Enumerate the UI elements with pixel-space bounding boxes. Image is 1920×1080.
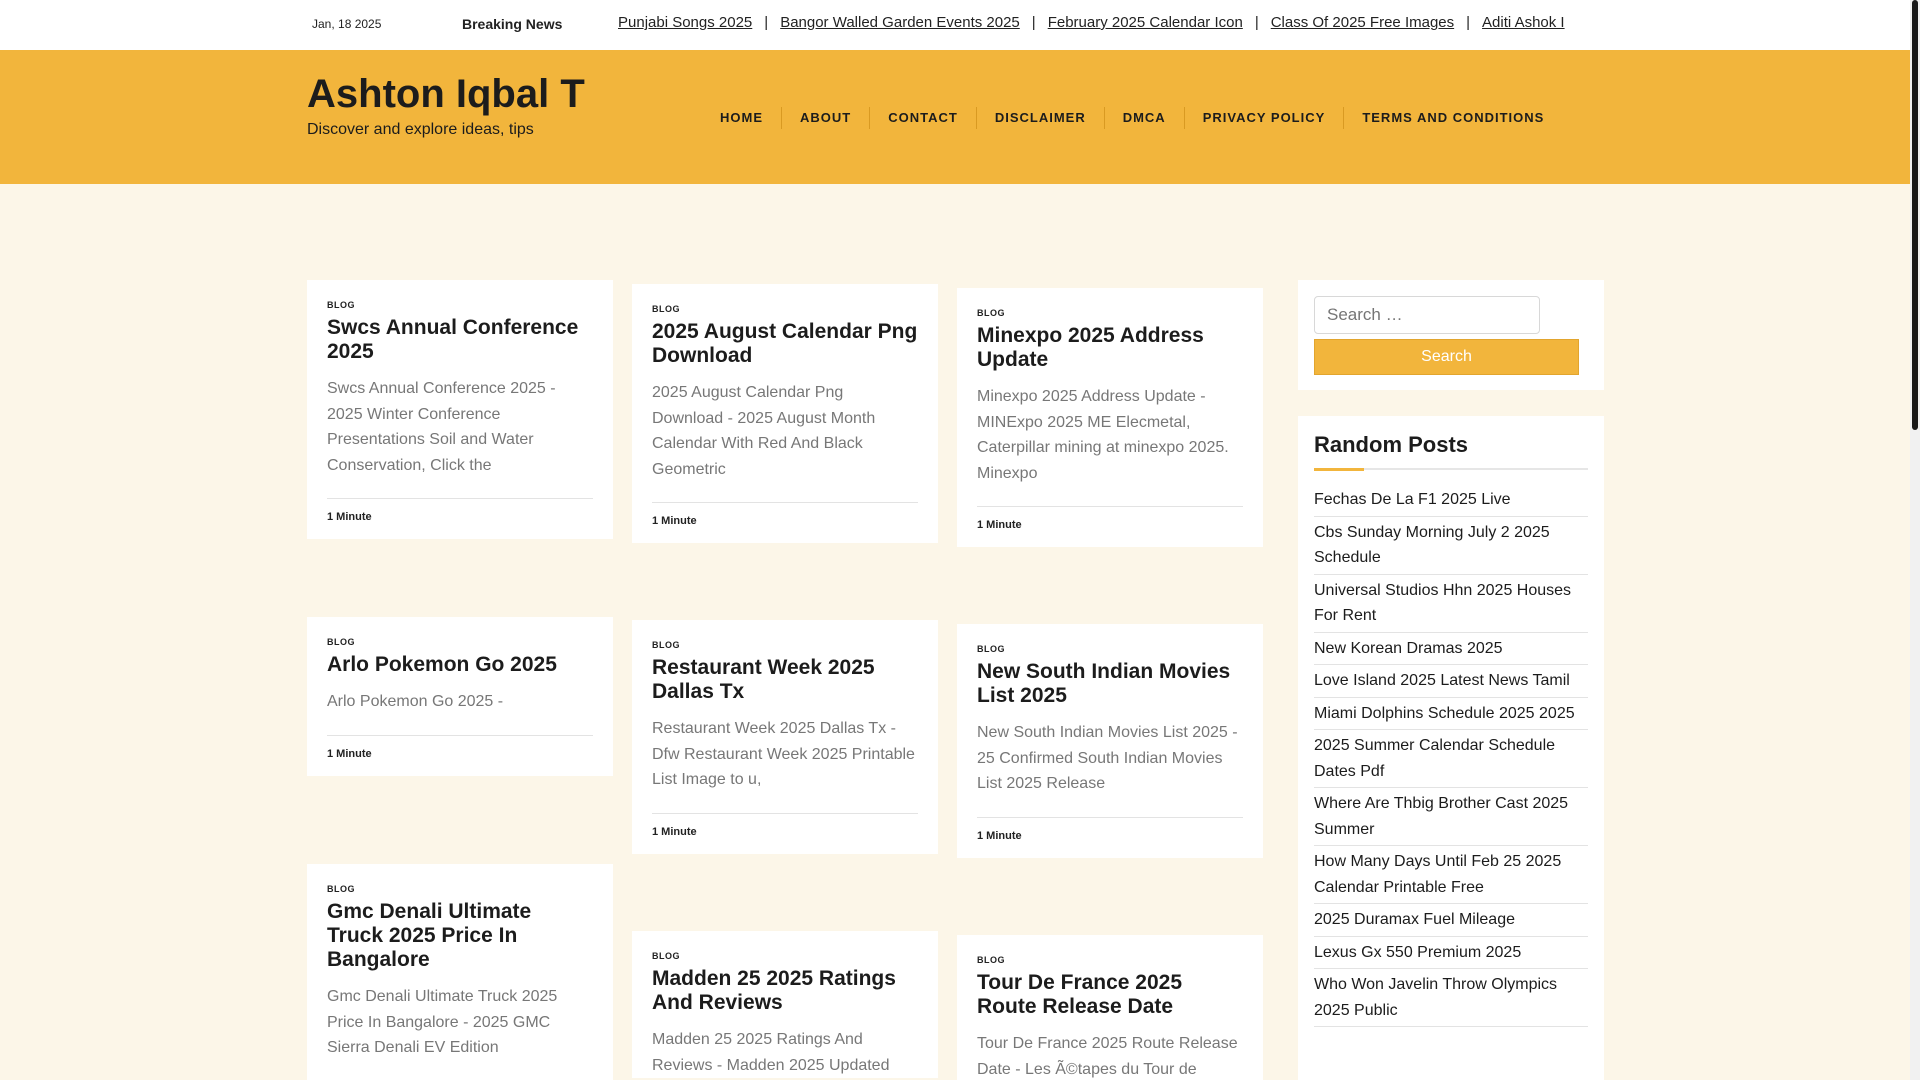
post-card: BLOG Minexpo 2025 Address Update Minexpo… <box>957 288 1263 547</box>
post-card: BLOG Gmc Denali Ultimate Truck 2025 Pric… <box>307 864 613 1080</box>
site-header: Ashton Iqbal T Discover and explore idea… <box>0 50 1910 184</box>
nav-privacy-policy[interactable]: PRIVACY POLICY <box>1183 107 1344 129</box>
read-time: 1 Minute <box>327 747 372 760</box>
ticker-separator: | <box>1254 14 1259 31</box>
ticker-separator: | <box>1466 14 1471 31</box>
nav-contact[interactable]: CONTACT <box>869 107 976 129</box>
read-time: 1 Minute <box>652 515 697 527</box>
ticker-link[interactable]: Class Of 2025 Free Images <box>1271 14 1454 31</box>
post-card: BLOG New South Indian Movies List 2025 N… <box>957 624 1263 858</box>
random-post-link[interactable]: Miami Dolphins Schedule 2025 2025 <box>1314 698 1588 730</box>
ticker-link[interactable]: February 2025 Calendar Icon <box>1048 14 1243 31</box>
post-category[interactable]: BLOG <box>652 304 918 314</box>
post-excerpt: Tour De France 2025 Route Release Date -… <box>977 1035 1238 1078</box>
ticker-separator: | <box>1031 14 1036 31</box>
random-post-link[interactable]: Cbs Sunday Morning July 2 2025 Schedule <box>1314 517 1588 575</box>
current-date: Jan, 18 2025 <box>312 17 382 31</box>
random-post-link[interactable]: How Many Days Until Feb 25 2025 Calendar… <box>1314 846 1588 904</box>
site-tagline: Discover and explore ideas, tips <box>307 121 534 138</box>
nav-home[interactable]: HOME <box>702 107 781 129</box>
search-input[interactable] <box>1314 296 1540 334</box>
top-bar: Jan, 18 2025 Breaking News Punjabi Songs… <box>0 0 1910 50</box>
post-title[interactable]: Minexpo 2025 Address Update <box>977 324 1243 372</box>
random-post-link[interactable]: New Korean Dramas 2025 <box>1314 633 1588 665</box>
post-excerpt: Gmc Denali Ultimate Truck 2025 Price In … <box>327 988 558 1056</box>
post-category[interactable]: BLOG <box>977 955 1243 965</box>
post-category[interactable]: BLOG <box>327 637 593 647</box>
post-title[interactable]: Arlo Pokemon Go 2025 <box>327 653 593 677</box>
post-excerpt: New South Indian Movies List 2025 - 25 C… <box>977 724 1238 792</box>
search-button[interactable]: Search <box>1314 339 1579 375</box>
nav-dmca[interactable]: DMCA <box>1103 107 1184 129</box>
ticker-link[interactable]: Bangor Walled Garden Events 2025 <box>780 14 1020 31</box>
post-category[interactable]: BLOG <box>327 884 593 894</box>
random-post-link[interactable]: Who Won Javelin Throw Olympics 2025 Publ… <box>1314 969 1588 1027</box>
ticker-link[interactable]: Punjabi Songs 2025 <box>618 14 752 31</box>
post-title[interactable]: Gmc Denali Ultimate Truck 2025 Price In … <box>327 900 593 972</box>
read-time: 1 Minute <box>977 519 1022 531</box>
post-card: BLOG Restaurant Week 2025 Dallas Tx Rest… <box>632 620 938 854</box>
site-title[interactable]: Ashton Iqbal T <box>307 72 585 117</box>
post-card: BLOG Tour De France 2025 Route Release D… <box>957 935 1263 1080</box>
random-post-link[interactable]: Love Island 2025 Latest News Tamil <box>1314 665 1588 698</box>
post-title[interactable]: Tour De France 2025 Route Release Date <box>977 971 1243 1019</box>
random-post-link[interactable]: Where Are Thbig Brother Cast 2025 Summer <box>1314 788 1588 846</box>
post-title[interactable]: Swcs Annual Conference 2025 <box>327 316 593 364</box>
post-excerpt: Arlo Pokemon Go 2025 - <box>327 693 504 710</box>
breaking-news-label: Breaking News <box>462 16 563 32</box>
post-excerpt: Minexpo 2025 Address Update - MINExpo 20… <box>977 388 1229 482</box>
post-card: BLOG Arlo Pokemon Go 2025 Arlo Pokemon G… <box>307 617 613 776</box>
post-category[interactable]: BLOG <box>652 640 918 650</box>
ticker-separator: | <box>764 14 769 31</box>
post-category[interactable]: BLOG <box>327 300 593 310</box>
ticker-link[interactable]: Aditi Ashok I <box>1482 14 1565 31</box>
random-post-link[interactable]: Fechas De La F1 2025 Live <box>1314 484 1588 517</box>
post-title[interactable]: Restaurant Week 2025 Dallas Tx <box>652 656 918 704</box>
random-posts-list: Fechas De La F1 2025 Live Cbs Sunday Mor… <box>1314 484 1588 1027</box>
post-card: BLOG Swcs Annual Conference 2025 Swcs An… <box>307 280 613 539</box>
post-title[interactable]: 2025 August Calendar Png Download <box>652 320 918 368</box>
post-excerpt: Restaurant Week 2025 Dallas Tx - Dfw Res… <box>652 720 915 788</box>
heading-underline <box>1314 468 1588 471</box>
post-category[interactable]: BLOG <box>977 308 1243 318</box>
read-time: 1 Minute <box>327 511 372 523</box>
post-category[interactable]: BLOG <box>652 951 918 961</box>
sidebar-search-widget: Search <box>1298 280 1604 390</box>
post-category[interactable]: BLOG <box>977 644 1243 654</box>
random-post-link[interactable]: 2025 Summer Calendar Schedule Dates Pdf <box>1314 730 1588 788</box>
nav-about[interactable]: ABOUT <box>781 107 869 129</box>
post-excerpt: Madden 25 2025 Ratings And Reviews - Mad… <box>652 1031 890 1074</box>
post-card: BLOG Madden 25 2025 Ratings And Reviews … <box>632 931 938 1078</box>
post-excerpt: Swcs Annual Conference 2025 - 2025 Winte… <box>327 380 556 474</box>
random-posts-heading: Random Posts <box>1314 432 1469 457</box>
nav-disclaimer[interactable]: DISCLAIMER <box>975 107 1104 129</box>
random-post-link[interactable]: Universal Studios Hhn 2025 Houses For Re… <box>1314 575 1588 633</box>
read-time: 1 Minute <box>652 825 697 838</box>
post-card: BLOG 2025 August Calendar Png Download 2… <box>632 284 938 543</box>
random-post-link[interactable]: 2025 Duramax Fuel Mileage <box>1314 904 1588 937</box>
post-title[interactable]: Madden 25 2025 Ratings And Reviews <box>652 967 918 1015</box>
read-time: 1 Minute <box>977 829 1022 842</box>
scrollbar-thumb[interactable] <box>1912 0 1918 430</box>
random-posts-widget: Random Posts Fechas De La F1 2025 Live C… <box>1298 416 1604 1080</box>
nav-terms-and-conditions[interactable]: TERMS AND CONDITIONS <box>1343 107 1562 129</box>
main-navigation: HOME ABOUT CONTACT DISCLAIMER DMCA PRIVA… <box>702 107 1562 129</box>
breaking-news-ticker: Punjabi Songs 2025 | Bangor Walled Garden … <box>618 14 1604 36</box>
random-post-link[interactable]: Lexus Gx 550 Premium 2025 <box>1314 937 1588 969</box>
post-title[interactable]: New South Indian Movies List 2025 <box>977 660 1243 708</box>
post-excerpt: 2025 August Calendar Png Download - 2025… <box>652 384 876 478</box>
